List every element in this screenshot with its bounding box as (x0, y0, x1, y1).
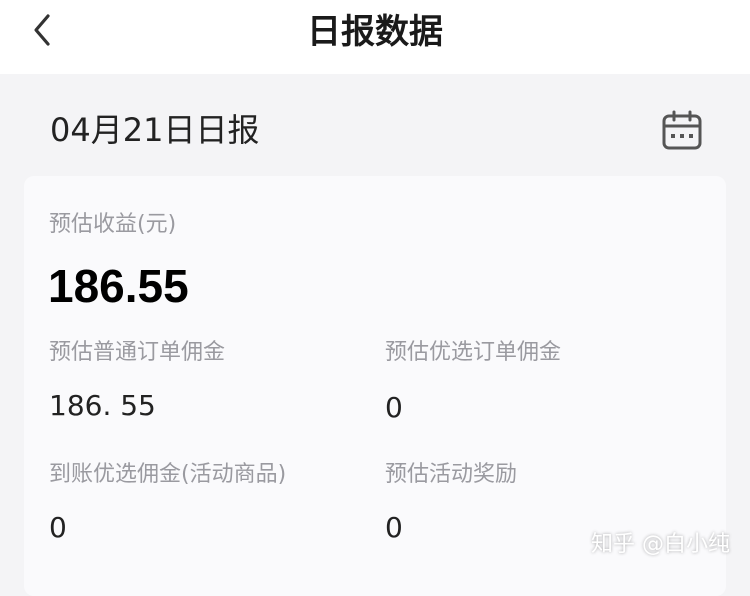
metric-value: 0 (385, 511, 403, 544)
metric-value: 0 (49, 511, 67, 544)
report-date-row: 04月21日日报 (0, 96, 750, 172)
metric-label: 到账优选佣金(活动商品) (49, 462, 287, 487)
watermark: 知乎 @白小纯 (591, 532, 730, 557)
metric-label: 预估活动奖励 (385, 462, 518, 487)
calendar-icon (661, 109, 703, 155)
page-title: 日报数据 (307, 12, 443, 52)
metric-value: 186. 55 (49, 389, 156, 422)
estimated-income-label: 预估收益(元) (49, 212, 177, 237)
calendar-button[interactable] (658, 108, 706, 156)
estimated-income-value: 186.55 (48, 260, 189, 312)
metric-value: 0 (385, 391, 403, 424)
top-nav-bar: 日报数据 (0, 0, 750, 74)
metric-label: 预估优选订单佣金 (385, 340, 562, 365)
report-date-title: 04月21日日报 (50, 111, 260, 149)
metric-label: 预估普通订单佣金 (49, 340, 226, 365)
